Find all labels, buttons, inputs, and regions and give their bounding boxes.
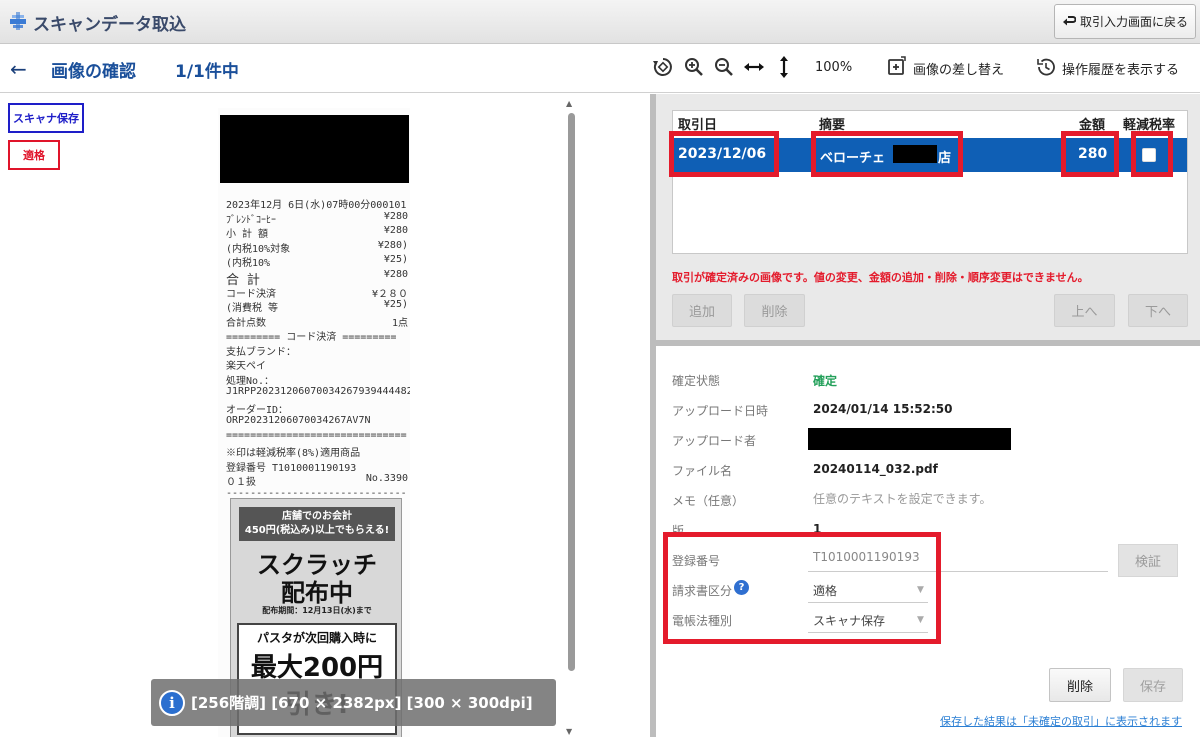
upload-date-value: 2024/01/14 15:52:50 xyxy=(813,402,953,416)
scanner-save-tag: スキャナ保存 xyxy=(8,103,84,133)
memo-input[interactable]: 任意のテキストを設定できます。 xyxy=(813,490,991,507)
receipt-line: (内税10% xyxy=(226,258,271,269)
locked-warning: 取引が確定済みの画像です。値の変更、金額の追加・削除・順序変更はできません。 xyxy=(672,271,1089,284)
image-info-overlay: i [256階調] [670 × 2382px] [300 × 300dpi] xyxy=(151,679,556,726)
upload-date-label: アップロード日時 xyxy=(672,404,769,418)
filename-value: 20240114_032.pdf xyxy=(813,462,938,476)
history-icon[interactable] xyxy=(1035,56,1057,78)
add-button[interactable]: 追加 xyxy=(672,294,732,327)
image-toolbar: ← 画像の確認 1/1件中 100% 画像の差し替え 操作履歴を表示する xyxy=(0,45,1200,93)
receipt-line-amount: 1点 xyxy=(391,317,408,329)
highlight-invoice-fields xyxy=(663,532,941,644)
receipt-line: ORP20231206070034267AV7N xyxy=(226,415,371,426)
status-label: 確定状態 xyxy=(672,374,721,388)
redacted-header xyxy=(220,115,409,183)
receipt-line-amount: ¥280 xyxy=(383,225,408,236)
receipt-line: コード決済 xyxy=(226,288,276,300)
highlight-summary xyxy=(811,131,963,177)
receipt-line: ------------------------------ xyxy=(226,487,407,499)
receipt-line: 登録番号 T1010001190193 xyxy=(226,462,357,474)
fit-width-icon[interactable] xyxy=(743,56,765,78)
promo-head: 店舗でのお会計 450円(税込み)以上でもらえる! xyxy=(239,507,395,541)
scroll-down-arrow[interactable]: ▼ xyxy=(566,727,572,736)
receipt-line: ※印は軽減税率(8%)適用商品 xyxy=(226,448,361,459)
app-title: スキャンデータ取込 xyxy=(33,15,186,35)
receipt-line: オーダーID： xyxy=(226,404,289,416)
zoom-out-icon[interactable] xyxy=(713,56,735,78)
back-to-entry-label: 取引入力画面に戻る xyxy=(1079,15,1188,29)
back-arrow-icon[interactable]: ← xyxy=(10,57,27,81)
receipt-line: (消費税 等 xyxy=(226,303,279,314)
receipt-image: 2023年12月 6日(水)07時00分000101 ﾌﾞﾚﾝﾄﾞｺｰﾋｰ ¥28… xyxy=(218,108,410,737)
zoom-in-icon[interactable] xyxy=(683,56,705,78)
save-note-link[interactable]: 保存した結果は「未確定の取引」に表示されます xyxy=(940,713,1182,729)
receipt-line-amount: ¥25) xyxy=(383,299,408,310)
verify-button[interactable]: 検証 xyxy=(1118,544,1178,577)
receipt-line: 楽天ペイ xyxy=(226,361,266,372)
receipt-line: J1RPP2023120607003426793944448​22 xyxy=(226,386,410,397)
memo-label: メモ（任意） xyxy=(672,494,745,508)
replace-image-button[interactable]: 画像の差し替え xyxy=(913,59,1004,78)
receipt-line: 支払ブランド： xyxy=(226,346,296,358)
redacted-uploader xyxy=(808,428,1011,450)
filename-label: ファイル名 xyxy=(672,464,733,478)
highlight-reduced-tax xyxy=(1131,131,1173,177)
receipt-line-amount: ¥280) xyxy=(377,239,408,251)
uploader-label: アップロード者 xyxy=(672,434,757,448)
return-icon xyxy=(1062,15,1076,25)
promo-title-2: 配布中 xyxy=(281,579,353,607)
fit-height-icon[interactable] xyxy=(773,56,795,78)
back-to-entry-button[interactable]: 取引入力画面に戻る xyxy=(1054,4,1196,39)
receipt-line: 2023年12月 6日(水)07時00分000101 xyxy=(226,200,407,211)
receipt-line: 処理No.： xyxy=(226,375,275,387)
receipt-line: ﾌﾞﾚﾝﾄﾞｺｰﾋｰ xyxy=(226,214,276,226)
page-title: 画像の確認 xyxy=(51,62,136,82)
status-value: 確定 xyxy=(813,374,838,388)
move-down-button[interactable]: 下へ xyxy=(1128,294,1188,327)
title-bar: スキャンデータ取込 取引入力画面に戻る xyxy=(0,0,1200,44)
highlight-amount xyxy=(1061,131,1119,177)
replace-image-icon[interactable] xyxy=(886,56,908,78)
receipt-line: (内税10%対象 xyxy=(226,243,291,255)
scroll-up-arrow[interactable]: ▲ xyxy=(566,99,572,108)
image-info-text: [256階調] [670 × 2382px] [300 × 300dpi] xyxy=(191,694,533,712)
receipt-line-amount: ¥25) xyxy=(383,254,408,265)
receipt-line: ０１扱 xyxy=(226,477,256,488)
receipt-line-amount: No.3390 xyxy=(365,473,408,484)
vertical-scrollbar[interactable] xyxy=(568,113,575,671)
delete-row-button[interactable]: 削除 xyxy=(744,294,805,327)
zoom-level: 100% xyxy=(815,60,853,75)
receipt-line: 小 計 額 xyxy=(226,229,269,240)
tekikaku-tag: 適格 xyxy=(8,140,60,170)
receipt-line: ========= コード決済 ========= xyxy=(226,332,397,343)
receipt-line: ============================== xyxy=(226,429,407,441)
receipt-line-amount: ¥２８０ xyxy=(371,288,408,300)
promo-period: 配布期間：12月13日(水)まで xyxy=(262,606,372,615)
info-icon: i xyxy=(159,689,185,716)
save-button[interactable]: 保存 xyxy=(1123,668,1183,702)
highlight-date xyxy=(669,131,779,177)
move-up-button[interactable]: 上へ xyxy=(1054,294,1115,327)
delete-button[interactable]: 削除 xyxy=(1049,668,1111,702)
scanner-icon xyxy=(10,12,26,30)
receipt-line-amount: ¥280 xyxy=(383,268,408,280)
show-history-button[interactable]: 操作履歴を表示する xyxy=(1062,59,1179,78)
page-count: 1/1件中 xyxy=(175,62,239,82)
rotate-icon[interactable] xyxy=(652,56,674,78)
receipt-line: 合計点数 xyxy=(226,317,266,329)
receipt-line-amount: ¥280 xyxy=(383,210,408,222)
promo-sub: パスタが次回購入時に xyxy=(256,631,377,645)
